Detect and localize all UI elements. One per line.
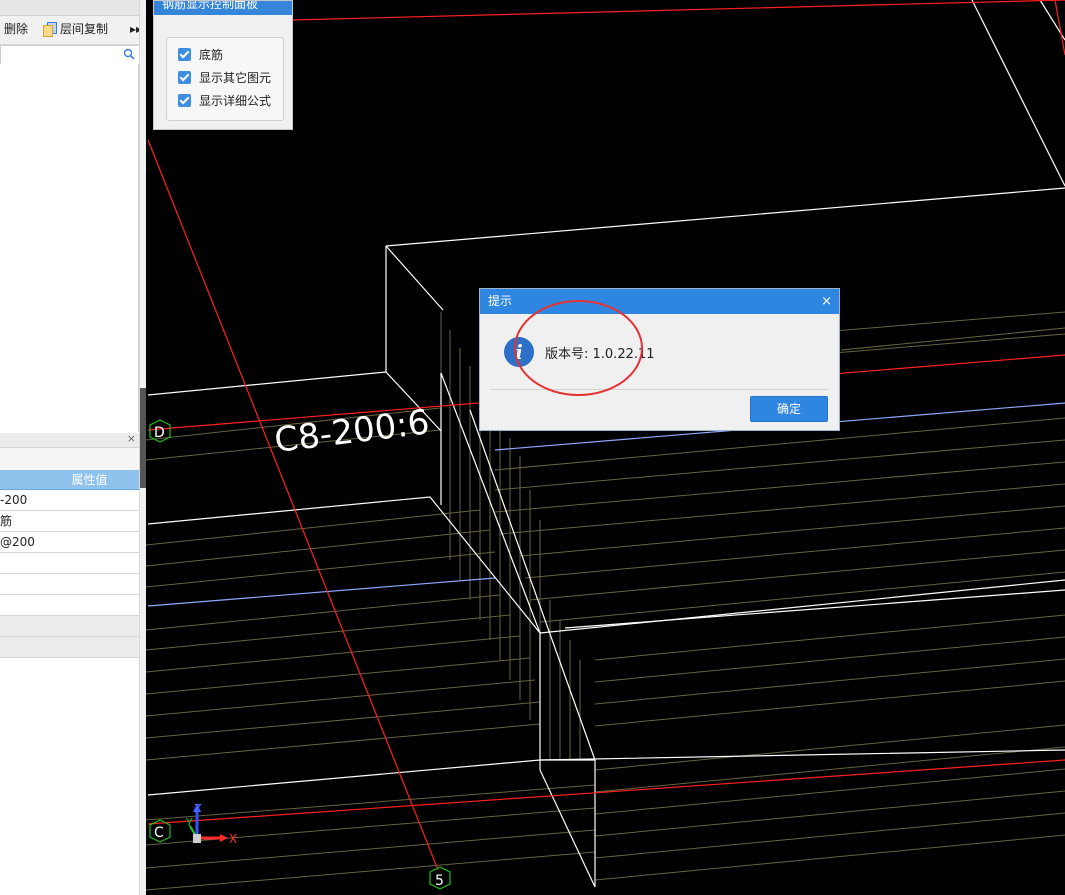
search-icon[interactable]	[123, 48, 135, 60]
property-row[interactable]: -200	[0, 490, 139, 511]
dialog-separator	[490, 389, 829, 390]
rebar-display-control-panel: 钢筋显示控制面板 底筋 显示其它图元 显示详细公式	[153, 0, 293, 130]
property-row[interactable]: 筋	[0, 511, 139, 532]
axis-label-c: C	[154, 825, 164, 841]
axis-label-d: D	[154, 425, 165, 441]
control-panel-title[interactable]: 钢筋显示控制面板	[154, 1, 292, 15]
property-tabstrip	[0, 448, 139, 471]
option-show-detailed-formula[interactable]: 显示详细公式	[178, 93, 271, 109]
axis-label-5: 5	[435, 873, 444, 889]
option-bottom-rebar[interactable]: 底筋	[178, 47, 223, 63]
dialog-close-button[interactable]: ×	[821, 289, 832, 314]
3d-viewport[interactable]: C8-200:6 D C 5 Z Y X	[146, 0, 1065, 895]
component-tree[interactable]	[0, 64, 139, 432]
viewport-canvas[interactable]: C8-200:6 D C 5 Z Y X	[146, 0, 1065, 895]
ok-button[interactable]: 确定	[750, 396, 828, 422]
property-table: 属性值 -200 筋 @200	[0, 470, 139, 658]
toolbar-top-strip	[0, 0, 146, 16]
component-toolbar: 删除 层间复制 ▸▸	[0, 0, 146, 45]
property-value-header: 属性值	[0, 470, 139, 490]
option-label: 显示其它图元	[199, 71, 272, 85]
property-panel-header: ×	[0, 432, 139, 448]
control-options-group: 底筋 显示其它图元 显示详细公式	[166, 37, 284, 121]
floor-copy-button[interactable]: 层间复制	[43, 20, 108, 38]
info-dialog: 提示 × i 版本号: 1.0.22.11 确定	[479, 288, 840, 431]
property-row[interactable]	[0, 637, 139, 658]
rebar-label: C8-200:6	[272, 402, 431, 461]
search-input[interactable]	[0, 45, 140, 65]
coordinate-axes-gizmo: Z Y X	[185, 802, 237, 846]
floor-copy-label: 层间复制	[60, 22, 109, 36]
axis-marker-d[interactable]: D	[149, 419, 171, 443]
info-icon: i	[504, 337, 534, 367]
checkbox-checked[interactable]	[178, 71, 191, 84]
property-row[interactable]	[0, 595, 139, 616]
axis-z-label: Z	[194, 802, 202, 815]
axis-y-label: Y	[185, 816, 193, 829]
axis-marker-5[interactable]: 5	[429, 866, 451, 890]
property-row[interactable]	[0, 616, 139, 637]
checkbox-checked[interactable]	[178, 94, 191, 107]
dialog-titlebar[interactable]: 提示 ×	[480, 289, 839, 314]
property-close-button[interactable]: ×	[127, 432, 136, 445]
dialog-title: 提示	[488, 294, 513, 308]
property-row[interactable]	[0, 574, 139, 595]
option-show-other-elements[interactable]: 显示其它图元	[178, 70, 271, 86]
axis-x-label: X	[229, 832, 237, 846]
property-row[interactable]: @200	[0, 532, 139, 553]
version-message: 版本号: 1.0.22.11	[545, 347, 655, 362]
property-row[interactable]	[0, 553, 139, 574]
copy-icon	[43, 22, 57, 37]
left-panel: 删除 层间复制 ▸▸ × 属性值 -200 筋 @200	[0, 0, 146, 895]
delete-button[interactable]: 删除	[4, 20, 28, 38]
property-panel: × 属性值 -200 筋 @200	[0, 432, 139, 895]
option-label: 显示详细公式	[199, 94, 272, 108]
option-label: 底筋	[199, 48, 224, 62]
checkbox-checked[interactable]	[178, 48, 191, 61]
